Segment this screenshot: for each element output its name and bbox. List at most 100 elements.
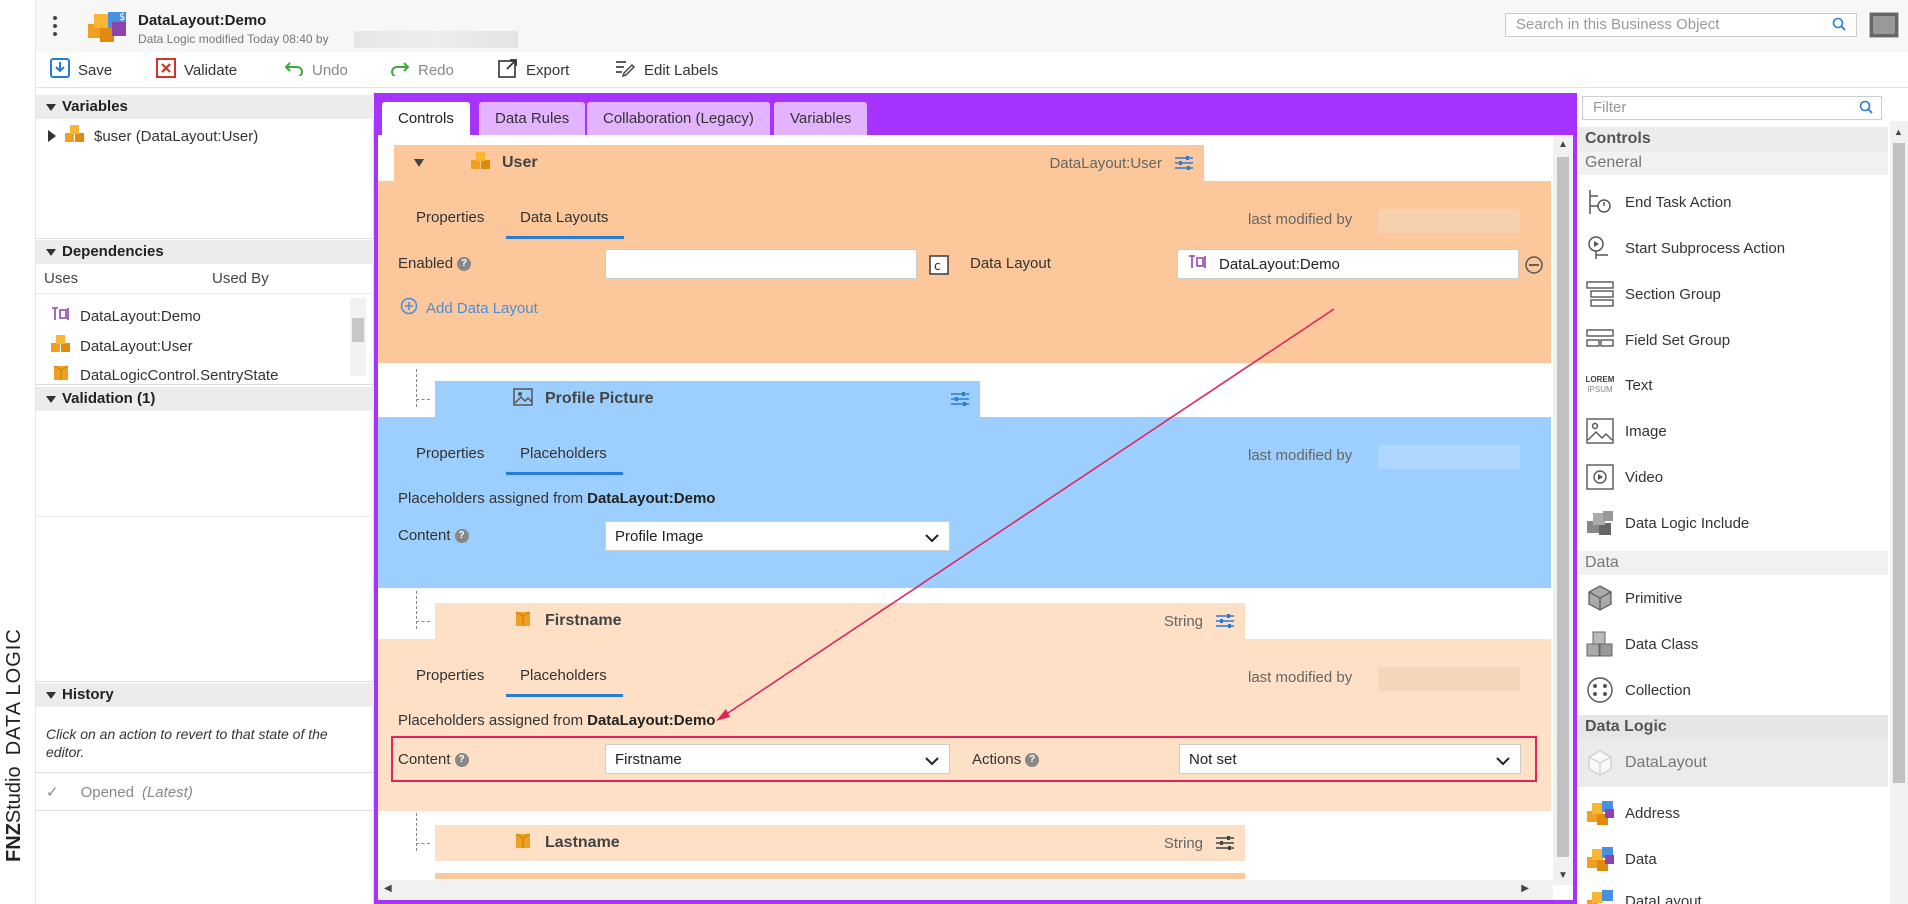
picture-card-body: Properties Placeholders last modified by… bbox=[378, 417, 1551, 588]
content-label: Content? bbox=[398, 527, 469, 544]
subtab-placeholders[interactable]: Placeholders bbox=[506, 667, 623, 697]
more-menu-icon[interactable] bbox=[52, 16, 58, 36]
palette-item-address[interactable]: Address bbox=[1585, 795, 1680, 831]
chevron-down-icon bbox=[925, 753, 939, 770]
help-icon[interactable]: ? bbox=[1025, 752, 1040, 767]
validation-header[interactable]: Validation (1) bbox=[36, 387, 374, 411]
collapse-arrow-icon[interactable] bbox=[414, 159, 424, 167]
remove-icon[interactable] bbox=[1525, 256, 1543, 278]
assigned-from-text: Placeholders assigned from DataLayout:De… bbox=[398, 712, 716, 729]
actions-select[interactable]: Not set bbox=[1179, 744, 1521, 774]
firstname-card-header[interactable]: Firstname String bbox=[435, 603, 1245, 639]
data-class-icon bbox=[50, 334, 72, 358]
help-icon[interactable]: ? bbox=[454, 528, 469, 543]
page-subtitle: Data Logic modified Today 08:40 by bbox=[138, 32, 329, 46]
palette-item-start-subprocess[interactable]: Start Subprocess Action bbox=[1585, 230, 1785, 266]
tab-controls[interactable]: Controls bbox=[382, 102, 470, 135]
tab-collaboration[interactable]: Collaboration (Legacy) bbox=[587, 102, 770, 135]
palette-item-datalayout-disabled: DataLayout bbox=[1585, 745, 1707, 781]
content-select[interactable]: Firstname bbox=[605, 744, 950, 774]
subtab-placeholders[interactable]: Placeholders bbox=[506, 445, 623, 475]
dependency-item[interactable]: DataLayout:User bbox=[50, 334, 193, 358]
firstname-card-type: String bbox=[1163, 612, 1203, 630]
tab-uses[interactable]: Uses bbox=[44, 270, 78, 287]
expression-icon[interactable]: c bbox=[929, 255, 949, 279]
dependencies-header[interactable]: Dependencies bbox=[36, 240, 374, 264]
filter-input[interactable]: Filter bbox=[1582, 96, 1882, 120]
controls-palette: Filter Controls General End Task Action … bbox=[1577, 93, 1908, 904]
palette-item-field-set-group[interactable]: Field Set Group bbox=[1585, 322, 1730, 358]
lastname-card-type: String bbox=[1163, 834, 1203, 852]
data-class-icon bbox=[1585, 629, 1615, 659]
export-button[interactable]: Export bbox=[498, 58, 569, 82]
subtab-data-layouts[interactable]: Data Layouts bbox=[506, 209, 625, 239]
save-button[interactable]: Save bbox=[50, 58, 112, 82]
layout-toggle-button[interactable] bbox=[1869, 12, 1899, 38]
history-header[interactable]: History bbox=[36, 683, 374, 707]
palette-data-logic-header[interactable]: Data Logic bbox=[1577, 715, 1888, 739]
help-icon[interactable]: ? bbox=[457, 256, 472, 271]
settings-sliders-icon[interactable] bbox=[1215, 613, 1235, 634]
palette-data-header[interactable]: Data bbox=[1577, 551, 1888, 575]
palette-item-end-task[interactable]: End Task Action bbox=[1585, 184, 1731, 220]
end-task-icon bbox=[1585, 187, 1615, 217]
palette-general-header[interactable]: General bbox=[1577, 151, 1888, 175]
dependency-item[interactable]: DataLayout:Demo bbox=[50, 305, 201, 327]
enabled-input[interactable] bbox=[605, 249, 917, 279]
editor-horizontal-scrollbar[interactable]: ◀ ▶ bbox=[378, 880, 1553, 900]
palette-scrollbar[interactable]: ▲ bbox=[1890, 121, 1908, 904]
undo-button[interactable]: Undo bbox=[284, 58, 348, 82]
settings-sliders-icon[interactable] bbox=[1174, 155, 1194, 176]
content-select[interactable]: Profile Image bbox=[605, 521, 950, 551]
image-icon bbox=[513, 387, 533, 411]
left-panel: Variables $user (DataLayout:User) Depend… bbox=[36, 93, 374, 904]
palette-item-primitive[interactable]: Primitive bbox=[1585, 580, 1683, 616]
undo-icon bbox=[284, 60, 304, 80]
palette-item-collection[interactable]: Collection bbox=[1585, 672, 1691, 708]
redo-button[interactable]: Redo bbox=[390, 58, 454, 82]
picture-card-header[interactable]: Profile Picture bbox=[435, 381, 980, 417]
validate-icon bbox=[156, 58, 176, 82]
tab-data-rules[interactable]: Data Rules bbox=[479, 102, 586, 135]
lastname-card-header[interactable]: Lastname String bbox=[435, 825, 1245, 861]
variable-item[interactable]: $user (DataLayout:User) bbox=[48, 124, 258, 148]
edit-labels-button[interactable]: Edit Labels bbox=[614, 58, 718, 82]
palette-item-image[interactable]: Image bbox=[1585, 413, 1667, 449]
editor-vertical-scrollbar[interactable]: ▲ ▼ bbox=[1553, 135, 1573, 885]
data-layout-field[interactable]: DataLayout:Demo bbox=[1177, 249, 1519, 279]
firstname-card-title: Firstname bbox=[545, 612, 622, 629]
search-icon bbox=[1859, 100, 1873, 118]
redacted-user bbox=[354, 31, 518, 48]
add-data-layout-link[interactable]: Add Data Layout bbox=[400, 297, 538, 319]
settings-sliders-icon[interactable] bbox=[950, 391, 970, 412]
validate-button[interactable]: Validate bbox=[156, 58, 237, 82]
export-icon bbox=[498, 58, 518, 82]
page-title: DataLayout:Demo bbox=[138, 12, 267, 29]
expand-arrow-icon[interactable] bbox=[48, 130, 56, 142]
help-icon[interactable]: ? bbox=[454, 752, 469, 767]
brand-strip: FNZStudio DATA LOGIC bbox=[0, 0, 36, 904]
tab-used-by[interactable]: Used By bbox=[212, 270, 269, 287]
picture-card-title: Profile Picture bbox=[545, 390, 654, 407]
palette-item-data-class[interactable]: Data Class bbox=[1585, 626, 1698, 662]
data-layout-icon bbox=[50, 305, 72, 327]
palette-item-data[interactable]: Data bbox=[1585, 841, 1657, 877]
subtab-properties[interactable]: Properties bbox=[416, 667, 484, 694]
variables-header[interactable]: Variables bbox=[36, 95, 374, 119]
chevron-down-icon bbox=[925, 530, 939, 547]
history-item[interactable]: ✓ Opened (Latest) bbox=[46, 783, 193, 802]
palette-item-data-logic-include[interactable]: Data Logic Include bbox=[1585, 505, 1749, 541]
subtab-properties[interactable]: Properties bbox=[416, 445, 484, 472]
user-card-body: Properties Data Layouts last modified by… bbox=[378, 181, 1551, 363]
palette-item-text[interactable]: LOREM IPSUM Text bbox=[1585, 367, 1653, 403]
subtab-properties[interactable]: Properties bbox=[416, 209, 484, 236]
palette-item-video[interactable]: Video bbox=[1585, 459, 1663, 495]
settings-sliders-icon[interactable] bbox=[1215, 835, 1235, 856]
tab-variables[interactable]: Variables bbox=[774, 102, 868, 135]
palette-item-datalayout[interactable]: DataLayout bbox=[1585, 887, 1702, 904]
user-card-header[interactable]: User DataLayout:User bbox=[394, 145, 1204, 181]
search-input[interactable]: Search in this Business Object bbox=[1505, 13, 1857, 37]
dependencies-scrollbar[interactable] bbox=[350, 298, 366, 376]
palette-item-section-group[interactable]: Section Group bbox=[1585, 276, 1721, 312]
editor-tabs: Controls Data Rules Collaboration (Legac… bbox=[378, 97, 1573, 135]
